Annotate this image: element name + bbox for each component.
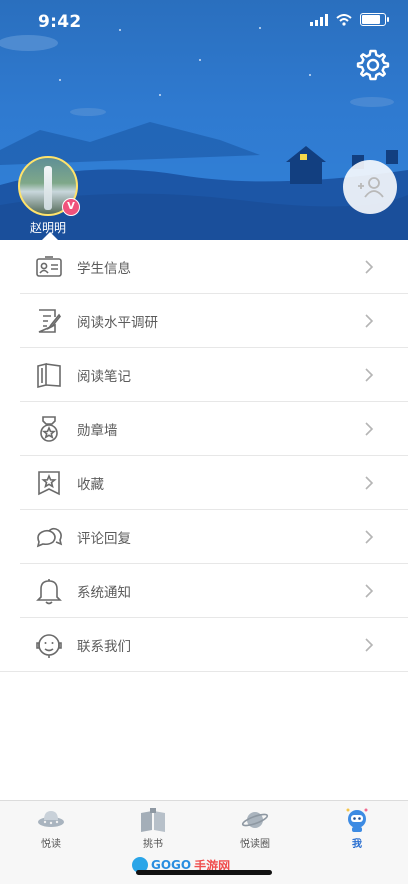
menu-item-label: 联系我们 [77,639,131,655]
add-person-icon [358,177,384,198]
tab-label: 挑书 [143,839,163,850]
avatar[interactable]: V [18,156,80,216]
ufo-icon [38,811,64,827]
signal-icon [310,13,328,26]
menu-item-reading-survey[interactable]: 阅读水平调研 [0,294,408,348]
planet-icon [241,812,269,828]
status-icons [310,13,389,26]
battery-icon [360,13,389,26]
menu-item-label: 阅读笔记 [77,369,131,385]
selection-pointer [42,232,58,240]
astronaut-icon [346,808,368,832]
wifi-icon [336,13,352,26]
home-indicator[interactable] [136,870,272,875]
menu-item-label: 系统通知 [77,585,131,601]
menu-item-reading-notes[interactable]: 阅读笔记 [0,348,408,402]
status-bar: 9:42 [0,0,408,44]
book-icon [141,808,165,832]
tab-pick-books[interactable]: 挑书 [102,807,204,853]
chevron-right-icon [365,530,374,544]
customer-service-icon [36,634,62,658]
menu-item-student-info[interactable]: 学生信息 [0,240,408,294]
menu-item-label: 学生信息 [77,261,131,277]
open-book-icon [37,362,61,389]
chevron-right-icon [365,368,374,382]
tab-reading[interactable]: 悦读 [0,807,102,853]
tab-label: 悦读圈 [240,839,270,850]
medal-icon [40,416,58,442]
menu-item-label: 勋章墙 [77,423,118,439]
menu-item-favorites[interactable]: 收藏 [0,456,408,510]
settings-gear-icon[interactable] [356,48,390,82]
survey-edit-icon [38,309,61,333]
id-card-icon [36,256,62,277]
menu-item-medal-wall[interactable]: 勋章墙 [0,402,408,456]
tab-me[interactable]: 我 [306,807,408,853]
chevron-right-icon [365,638,374,652]
menu-item-comment-replies[interactable]: 评论回复 [0,510,408,564]
menu-item-contact-us[interactable]: 联系我们 [0,618,408,672]
status-time: 9:42 [38,12,82,32]
menu-item-label: 评论回复 [77,531,131,547]
chevron-right-icon [365,314,374,328]
bookmark-star-icon [38,471,60,496]
chevron-right-icon [365,476,374,490]
menu-item-system-notifications[interactable]: 系统通知 [0,564,408,618]
tab-label: 悦读 [41,839,61,850]
chevron-right-icon [365,584,374,598]
menu-item-label: 收藏 [77,477,104,493]
divider [0,671,408,672]
profile-header: 9:42 V 赵明明 [0,0,408,240]
chevron-right-icon [365,260,374,274]
chevron-right-icon [365,422,374,436]
tab-label: 我 [352,839,362,850]
vip-badge: V [62,198,80,216]
tab-reading-circle[interactable]: 悦读圈 [204,807,306,853]
add-friend-button[interactable] [343,160,397,214]
menu-item-label: 阅读水平调研 [77,315,158,331]
bell-icon [36,579,62,605]
chat-bubbles-icon [36,527,63,548]
